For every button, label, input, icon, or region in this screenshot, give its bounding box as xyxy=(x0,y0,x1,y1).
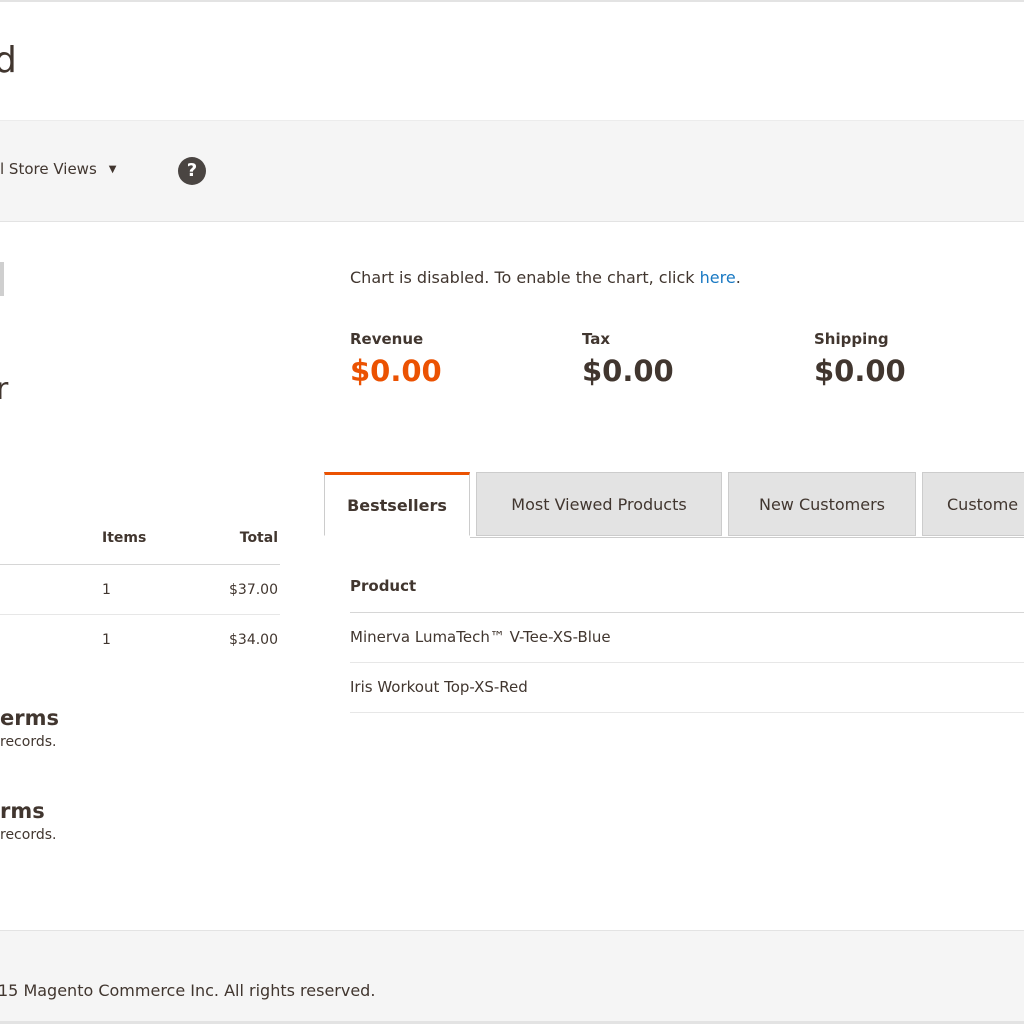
empty-message: records. xyxy=(0,827,57,843)
total-shipping: Shipping $0.00 xyxy=(814,330,1024,388)
tab-most-viewed-products[interactable]: Most Viewed Products xyxy=(476,472,722,536)
table-row[interactable]: 1 $37.00 xyxy=(0,565,280,615)
chevron-down-icon: ▼ xyxy=(108,163,117,175)
chart-disabled-note: Chart is disabled. To enable the chart, … xyxy=(350,268,741,287)
total-label: Shipping xyxy=(814,330,889,348)
total-value: $0.00 xyxy=(582,354,674,388)
total-label: Tax xyxy=(582,330,611,348)
copyright-text: 15 Magento Commerce Inc. All rights rese… xyxy=(0,981,376,1000)
total-tax: Tax $0.00 xyxy=(582,330,814,388)
page-footer: 15 Magento Commerce Inc. All rights rese… xyxy=(0,930,1024,1022)
column-header-items: Items xyxy=(102,530,147,546)
page-title: d xyxy=(0,40,17,81)
help-icon[interactable]: ? xyxy=(178,157,206,185)
top-search-terms: rms records. xyxy=(0,799,56,843)
section-title: rms xyxy=(0,799,45,823)
tab-new-customers[interactable]: New Customers xyxy=(728,472,916,536)
dashboard-totals: Revenue $0.00 Tax $0.00 Shipping $0.00 xyxy=(350,330,1024,388)
cropped-element xyxy=(0,262,4,296)
chart-note-text: Chart is disabled. To enable the chart, … xyxy=(350,268,700,287)
table-row[interactable]: Minerva LumaTech™ V-Tee-XS-Blue xyxy=(350,613,1024,663)
table-header: Items Total xyxy=(0,520,280,565)
store-view-label: l Store Views xyxy=(0,160,97,178)
cell-items: 1 xyxy=(102,632,111,648)
table-row[interactable]: Iris Workout Top-XS-Red xyxy=(350,663,1024,713)
chart-note-suffix: . xyxy=(735,268,741,287)
section-title: erms xyxy=(0,706,59,730)
column-header-total: Total xyxy=(239,530,278,546)
cell-items: 1 xyxy=(102,582,111,598)
tab-customers[interactable]: Custome xyxy=(922,472,1024,536)
last-search-terms: erms records. xyxy=(0,706,59,750)
enable-chart-link[interactable]: here xyxy=(700,268,736,287)
dashboard-tabs: Bestsellers Most Viewed Products New Cus… xyxy=(324,472,1024,538)
store-view-switcher[interactable]: l Store Views ▼ xyxy=(0,160,116,178)
total-revenue: Revenue $0.00 xyxy=(350,330,582,388)
tab-bestsellers[interactable]: Bestsellers xyxy=(324,472,470,536)
column-header-product: Product xyxy=(350,566,1024,613)
table-row[interactable]: 1 $34.00 xyxy=(0,615,280,664)
cell-total: $37.00 xyxy=(229,582,278,598)
bestsellers-table: Product Minerva LumaTech™ V-Tee-XS-Blue … xyxy=(350,566,1024,713)
cell-total: $34.00 xyxy=(229,632,278,648)
cropped-heading: r xyxy=(0,372,9,407)
empty-message: records. xyxy=(0,734,57,750)
total-label: Revenue xyxy=(350,330,424,348)
total-value: $0.00 xyxy=(350,354,442,388)
tabs-divider xyxy=(470,537,1024,538)
top-border xyxy=(0,0,1024,2)
scope-bar xyxy=(0,120,1024,222)
total-value: $0.00 xyxy=(814,354,906,388)
last-orders-table: Items Total 1 $37.00 1 $34.00 xyxy=(0,520,280,664)
